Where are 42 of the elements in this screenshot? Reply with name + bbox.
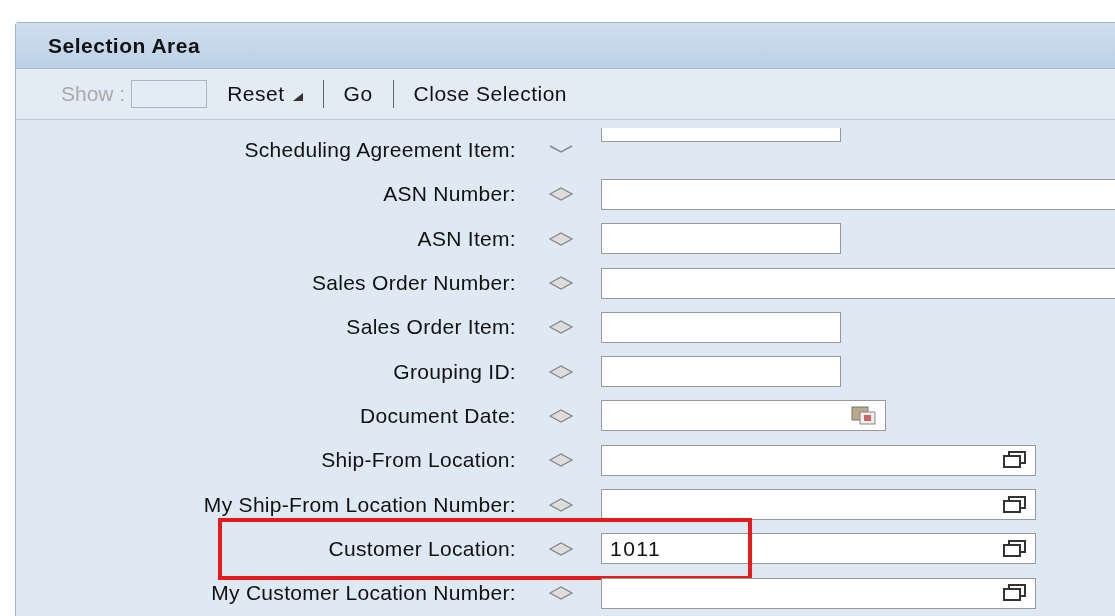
input-field[interactable] xyxy=(601,128,841,142)
input-field[interactable] xyxy=(601,577,1036,609)
input-field[interactable]: 1011 xyxy=(601,533,1036,565)
toolbar-button[interactable]: Close Selection xyxy=(407,82,573,106)
field-label: Ship-From Location: xyxy=(321,448,516,472)
field-label: Grouping ID: xyxy=(393,359,516,383)
value-help-icon[interactable] xyxy=(1003,584,1027,603)
diamond-icon[interactable] xyxy=(549,187,573,202)
diamond-icon[interactable] xyxy=(549,276,573,291)
value-help-icon[interactable] xyxy=(1003,451,1027,470)
value-help-icon[interactable] xyxy=(1003,495,1027,514)
dropdown-triangle-icon xyxy=(292,93,303,101)
field-label: Customer Location: xyxy=(328,536,516,560)
field-label: ASN Item: xyxy=(417,226,516,250)
field-label: My Ship-From Location Number: xyxy=(203,492,516,516)
field-label: My Customer Location Number: xyxy=(211,581,516,605)
field-label: Sales Order Item: xyxy=(346,315,516,339)
field-label: Scheduling Agreement Item: xyxy=(244,138,516,162)
diamond-icon[interactable] xyxy=(549,231,573,246)
diamond-icon[interactable] xyxy=(549,453,573,468)
field-label: ASN Number: xyxy=(383,182,516,206)
calendar-icon[interactable] xyxy=(851,405,877,426)
field-label: Sales Order Number: xyxy=(311,271,516,295)
input-field[interactable] xyxy=(601,311,841,343)
diamond-icon[interactable] xyxy=(549,541,573,556)
field-value: 1011 xyxy=(610,536,662,561)
toolbar-button[interactable]: Go xyxy=(337,82,379,106)
input-field[interactable] xyxy=(601,444,1036,476)
diamond-icon[interactable] xyxy=(549,497,573,512)
panel-title: Selection Area xyxy=(48,33,201,58)
input-field[interactable] xyxy=(601,223,841,255)
show-label: Show : xyxy=(61,82,126,106)
input-field[interactable] xyxy=(601,489,1036,520)
input-field[interactable] xyxy=(601,400,886,432)
toolbar-button[interactable]: Reset xyxy=(221,82,309,106)
diamond-icon[interactable] xyxy=(549,586,573,601)
field-label: Document Date: xyxy=(360,403,516,427)
diamond-icon[interactable] xyxy=(549,364,573,379)
diamond-icon[interactable] xyxy=(549,408,573,423)
diamond-icon[interactable] xyxy=(549,320,573,335)
value-help-icon[interactable] xyxy=(1003,539,1027,558)
input-field[interactable] xyxy=(601,356,841,388)
